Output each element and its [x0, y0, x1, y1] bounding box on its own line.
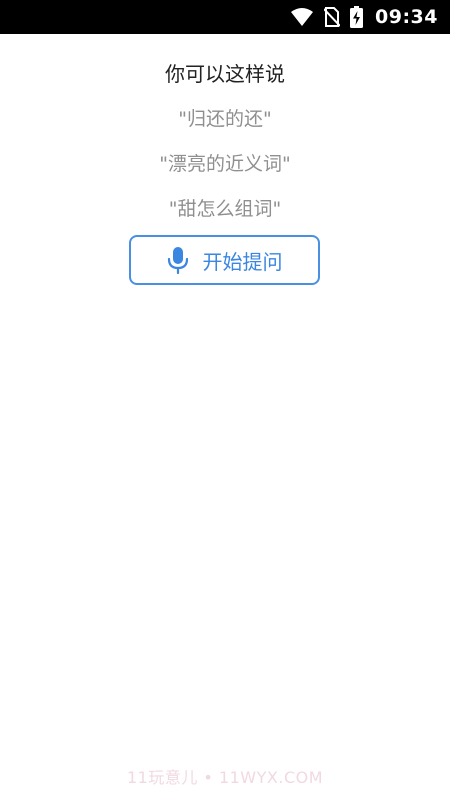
no-sim-icon — [324, 0, 341, 34]
start-asking-button[interactable]: 开始提问 — [129, 235, 320, 285]
voice-prompt-panel: 你可以这样说 "归还的还" "漂亮的近义词" "甜怎么组词" 开始提问 11玩意… — [0, 34, 450, 800]
prompt-heading: 你可以这样说 — [165, 62, 285, 86]
microphone-icon — [167, 246, 189, 274]
suggestion-item: "漂亮的近义词" — [159, 153, 291, 175]
suggestion-item: "甜怎么组词" — [168, 198, 282, 220]
watermark: 11玩意儿 • 11WYX.COM — [126, 768, 324, 787]
start-asking-label: 开始提问 — [202, 249, 283, 274]
status-time: 09:34 — [375, 6, 438, 28]
suggestion-item: "归还的还" — [178, 108, 272, 130]
battery-charging-icon — [350, 0, 364, 34]
wifi-icon — [290, 0, 314, 34]
status-bar: 09:34 — [0, 0, 450, 34]
